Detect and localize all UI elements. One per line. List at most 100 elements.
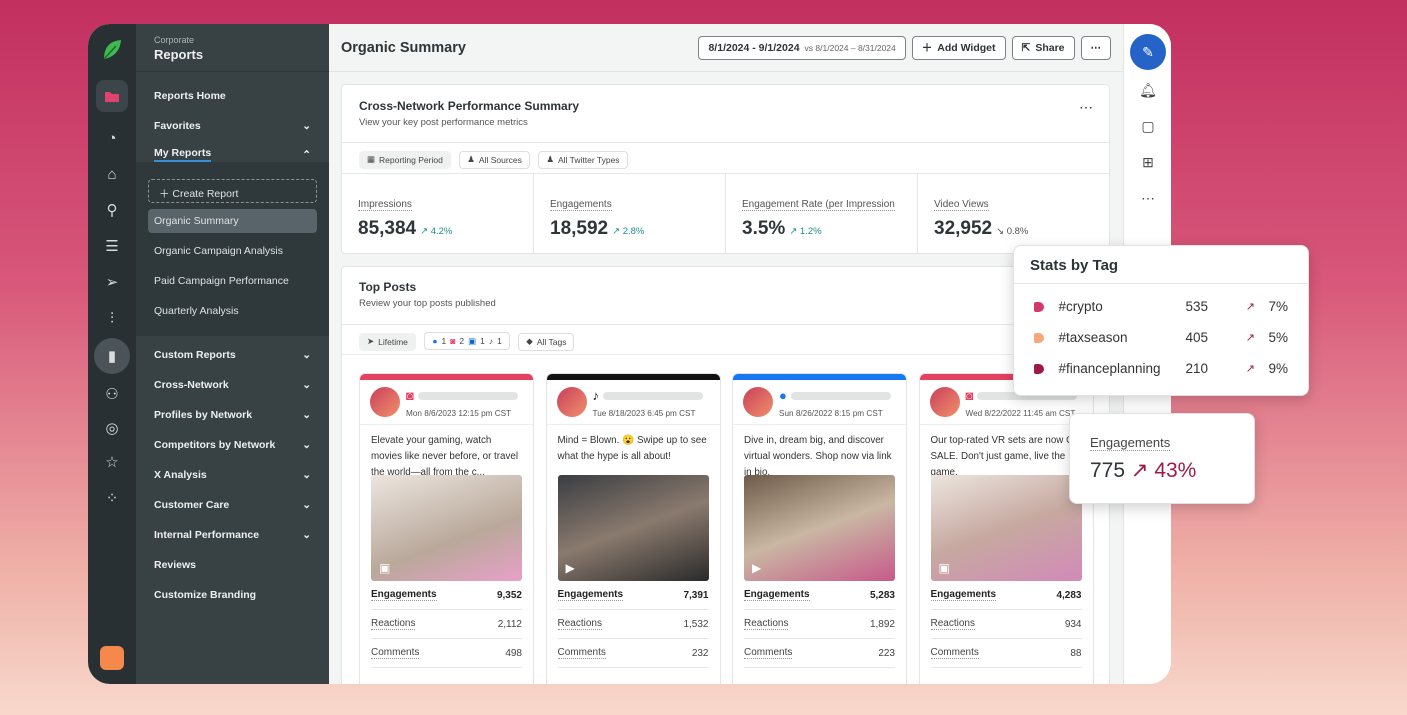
nav-section[interactable]: Internal Performance ⌄	[154, 529, 311, 541]
post-text: Elevate your gaming, watch movies like n…	[371, 435, 519, 478]
org-label: Corporate	[154, 35, 195, 45]
tag-name: #crypto	[1058, 299, 1103, 314]
tag-name: #financeplanning	[1058, 361, 1161, 376]
date-range: 8/1/2024 - 9/1/2024	[708, 41, 800, 54]
filter-lifetime[interactable]: ➤ Lifetime	[359, 332, 416, 351]
chevron-down-icon: ⌄	[302, 529, 311, 541]
send-icon[interactable]: ➢	[96, 266, 128, 298]
bell-icon[interactable]: 🔔︎	[1136, 78, 1160, 102]
nav-section[interactable]: Customer Care ⌄	[154, 499, 311, 511]
nav-section[interactable]: Profiles by Network ⌄	[154, 409, 311, 421]
sprout-logo-icon	[96, 34, 128, 66]
my-report-item[interactable]: Quarterly Analysis	[148, 299, 317, 323]
compare-range: vs 8/1/2024 – 8/31/2024	[804, 42, 896, 53]
stat-label: Comments	[744, 647, 793, 659]
nav-section[interactable]: Customize Branding	[154, 589, 311, 601]
main-content: Organic Summary 8/1/2024 - 9/1/2024 vs 8/…	[329, 24, 1123, 684]
nav-title: Reports	[154, 47, 204, 62]
people-icon[interactable]: ⚇	[96, 378, 128, 410]
chevron-down-icon: ⌄	[302, 469, 311, 481]
add-widget-button[interactable]: ＋ Add Widget	[911, 35, 1006, 60]
my-report-item[interactable]: Organic Campaign Analysis	[148, 239, 317, 263]
post-card[interactable]: ◙ Mon 8/6/2023 12:15 pm CST Elevate your g…	[359, 373, 534, 684]
list-icon[interactable]: ☰	[96, 230, 128, 262]
reports-folder-icon[interactable]	[96, 80, 128, 112]
engagements-value: 7,391	[683, 589, 709, 601]
nav-reports-home[interactable]: Reports Home	[154, 90, 311, 102]
inbox-icon[interactable]: ⌂	[96, 158, 128, 190]
metric-label: Engagements	[550, 199, 612, 211]
post-media[interactable]: ▣	[930, 475, 1082, 581]
add-icon[interactable]: ⊞	[1136, 150, 1160, 174]
dashboard-gauge-icon[interactable]: ◔	[96, 122, 128, 154]
apps-icon[interactable]: ⁘	[96, 482, 128, 514]
post-media[interactable]: ▶	[744, 475, 895, 581]
nav-section[interactable]: Competitors by Network ⌄	[154, 439, 311, 451]
post-card[interactable]: ♪ Tue 8/18/2023 6:45 pm CST Mind = Blown. …	[545, 373, 721, 684]
stat-label: Reactions	[371, 618, 416, 630]
share-button[interactable]: ⇱ Share	[1011, 35, 1075, 60]
nav-my-reports[interactable]: My Reports ⌃	[154, 147, 311, 162]
performance-summary-card: Cross-Network Performance Summary View y…	[341, 84, 1110, 254]
my-report-item[interactable]: Organic Summary	[148, 209, 317, 233]
trend-up-icon: ↗	[1245, 363, 1255, 375]
user-avatar[interactable]	[100, 646, 124, 670]
post-card[interactable]: ◙ Wed 8/22/2022 11:45 am CST Our top-rated…	[918, 373, 1094, 684]
my-report-item[interactable]: Paid Campaign Performance	[148, 269, 317, 293]
filter-networks[interactable]: ● 1 ◙ 2 ▣ 1 ♪ 1	[424, 332, 510, 350]
nav-section[interactable]: Custom Reports ⌄	[154, 349, 311, 361]
feedback-icon[interactable]: ▢	[1136, 114, 1160, 138]
trend-up-icon: ↗	[1245, 332, 1255, 344]
nav-section[interactable]: X Analysis ⌄	[154, 469, 311, 481]
filter-sources[interactable]: ♟ All Sources	[459, 150, 530, 169]
filter-label: Lifetime	[378, 336, 408, 347]
metric-value: 3.5%	[742, 218, 786, 239]
stat-label: Comments	[371, 647, 420, 659]
tag-icon	[1034, 332, 1045, 343]
plus-icon: ＋	[921, 42, 933, 54]
engagements-label: Engagements	[1090, 435, 1171, 451]
metric-tile: Impressions 85,384 ↗ 4.2%	[342, 174, 534, 253]
chevron-down-icon: ⌄	[302, 409, 311, 421]
support-icon[interactable]: ◎	[96, 412, 128, 444]
more-options-button[interactable]: ⋯	[1080, 35, 1111, 60]
nav-favorites[interactable]: Favorites ⌄	[154, 120, 311, 132]
facebook-icon: ●	[779, 388, 787, 403]
nav-section[interactable]: Cross-Network ⌄	[154, 379, 311, 391]
filter-reporting-period[interactable]: ▦ Reporting Period	[359, 150, 451, 169]
star-icon[interactable]: ☆	[96, 446, 128, 478]
nav-label: Favorites	[154, 120, 201, 132]
card-menu-icon[interactable]: ⋯	[1079, 99, 1093, 116]
person-icon: ♟	[546, 154, 554, 164]
analytics-bar-icon[interactable]: ▮	[94, 338, 130, 374]
share-label: Share	[1035, 41, 1065, 54]
post-media[interactable]: ▣	[371, 475, 522, 581]
tag-count: 210	[1185, 361, 1208, 376]
more-icon[interactable]: ⋯	[1136, 186, 1160, 210]
filter-twitter-types[interactable]: ♟ All Twitter Types	[538, 150, 628, 169]
metric-label: Engagement Rate (per Impression	[742, 199, 895, 211]
filter-tags[interactable]: ◆ All Tags	[518, 332, 575, 351]
tag-change: 5%	[1268, 330, 1288, 345]
image-icon: ▣	[379, 561, 391, 575]
pin-icon[interactable]: ⚲	[96, 194, 128, 226]
engagements-value: 9,352	[496, 589, 522, 601]
post-media[interactable]: ▶	[557, 475, 709, 581]
stat-label: Engagements	[371, 589, 437, 601]
filter-label: All Tags	[536, 336, 567, 347]
post-card[interactable]: ● Sun 8/26/2022 8:15 pm CST Dive in, dream…	[732, 373, 907, 684]
nav-label: My Reports	[154, 147, 212, 162]
comments-value: 498	[505, 647, 522, 659]
date-range-picker[interactable]: 8/1/2024 - 9/1/2024 vs 8/1/2024 – 8/31/20…	[698, 35, 906, 60]
stats-by-tag-popup: Stats by Tag #crypto 535 ↗ 7% #taxseason 405 ↗…	[1013, 245, 1309, 396]
create-report-button[interactable]: ＋ Create Report	[148, 179, 317, 203]
chevron-down-icon: ⌄	[302, 499, 311, 511]
nav-section[interactable]: Reviews	[154, 559, 311, 571]
comments-value: 223	[878, 647, 895, 659]
app-window: ◔ ⌂ ⚲ ☰ ➢ ⫶ ▮ ⚇ ◎ ☆ ⁘ Corporate Reports …	[88, 24, 1171, 684]
compose-icon[interactable]: ✎	[1130, 34, 1166, 70]
listening-icon[interactable]: ⫶	[96, 302, 128, 334]
top-posts-subtitle: Review your top posts published	[359, 298, 496, 309]
stat-label: Reactions	[557, 618, 602, 630]
tag-icon	[1034, 301, 1045, 312]
